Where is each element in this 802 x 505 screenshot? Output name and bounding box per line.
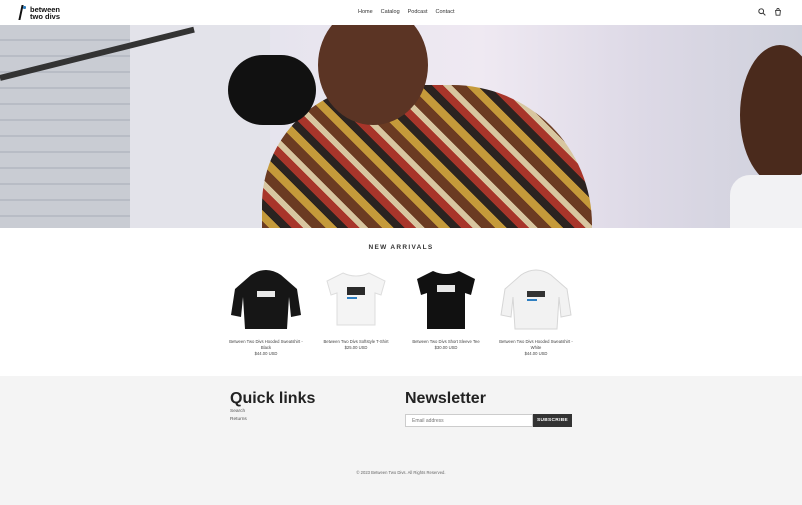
newsletter-form: SUBSCRIBE — [405, 414, 572, 427]
site-footer — [0, 376, 802, 505]
main-nav: Home Catalog Podcast Contact — [358, 9, 454, 15]
product-price: $25.00 USD — [344, 345, 368, 350]
nav-item-contact[interactable]: Contact — [436, 9, 455, 15]
cart-icon[interactable] — [774, 8, 782, 16]
site-header: between two divs Home Catalog Podcast Co… — [0, 0, 802, 25]
product-image[interactable] — [225, 264, 307, 334]
product-name[interactable]: Between Two Divs Hooded Sweatshirt - Bla… — [225, 339, 307, 351]
logo-mark-icon — [17, 5, 27, 20]
newsletter: Newsletter SUBSCRIBE — [405, 390, 572, 427]
product-card[interactable]: Between Two Divs Softstyle T-Shirt $25.0… — [315, 264, 397, 357]
copyright-text: © 2023 Between Two Divs. All Rights Rese… — [356, 470, 446, 475]
product-name[interactable]: Between Two Divs Hooded Sweatshirt - Whi… — [495, 339, 577, 351]
product-price: $44.00 USD — [254, 351, 278, 356]
footer-link-returns[interactable]: Returns — [230, 416, 315, 424]
newsletter-title: Newsletter — [405, 390, 486, 407]
section-title: NEW ARRIVALS — [368, 244, 434, 251]
product-image[interactable] — [495, 264, 577, 334]
hero-image — [0, 25, 802, 228]
product-price: $44.00 USD — [524, 351, 548, 356]
quick-links: Quick links Search Returns — [230, 390, 315, 424]
brand-name: between two divs — [30, 5, 61, 21]
product-image[interactable] — [405, 264, 487, 334]
footer-link-search[interactable]: Search — [230, 408, 315, 416]
quick-links-title: Quick links — [230, 390, 316, 407]
product-card[interactable]: Between Two Divs Short Sleeve Tee $30.00… — [405, 264, 487, 357]
subscribe-button[interactable]: SUBSCRIBE — [533, 414, 572, 427]
search-icon[interactable] — [758, 8, 766, 16]
nav-item-catalog[interactable]: Catalog — [381, 9, 400, 15]
product-price: $30.00 USD — [434, 345, 458, 350]
brand-name-line2: two divs — [30, 11, 61, 21]
product-grid: Between Two Divs Hooded Sweatshirt - Bla… — [225, 264, 577, 357]
brand-logo[interactable]: between two divs — [17, 5, 60, 20]
product-image[interactable] — [315, 264, 397, 334]
product-card[interactable]: Between Two Divs Hooded Sweatshirt - Bla… — [225, 264, 307, 357]
microphone — [228, 55, 316, 125]
nav-item-home[interactable]: Home — [358, 9, 373, 15]
nav-item-podcast[interactable]: Podcast — [408, 9, 428, 15]
email-field[interactable] — [405, 414, 533, 427]
header-actions — [758, 8, 782, 16]
product-card[interactable]: Between Two Divs Hooded Sweatshirt - Whi… — [495, 264, 577, 357]
